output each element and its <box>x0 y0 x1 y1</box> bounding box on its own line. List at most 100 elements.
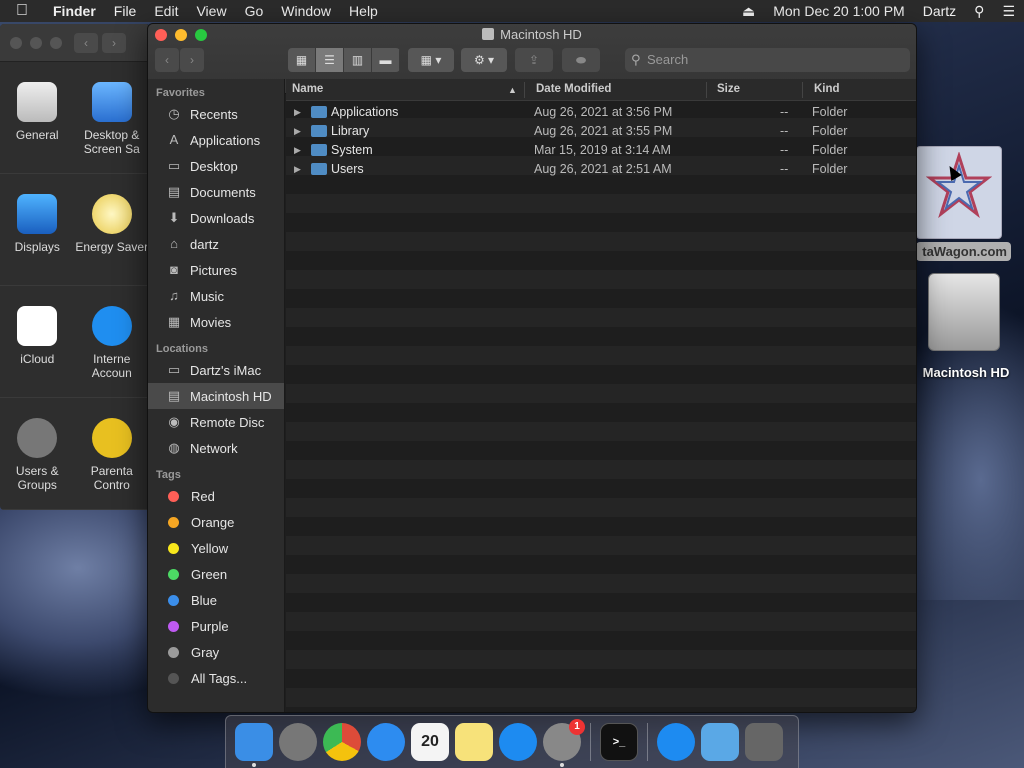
view-mode-segment: ▦ ☰ ▥ ▬ <box>288 48 400 72</box>
sidebar-item-remote-disc[interactable]: ◉ Remote Disc <box>148 409 284 435</box>
dock-chrome-icon[interactable] <box>323 723 361 761</box>
sidebar-item-imac[interactable]: ▭ Dartz's iMac <box>148 357 284 383</box>
datawagon-label[interactable]: taWagon.com <box>916 242 1011 261</box>
dock-app-store-icon[interactable] <box>499 723 537 761</box>
column-divider[interactable] <box>802 82 803 98</box>
back-button[interactable]: ‹ <box>155 48 179 72</box>
pref-internet-accounts[interactable]: Interne Accoun <box>75 286 150 397</box>
sidebar-tag-purple[interactable]: Purple <box>148 613 284 639</box>
pref-desktop-screensaver[interactable]: Desktop & Screen Sa <box>75 62 150 173</box>
pref-displays[interactable]: Displays <box>0 174 75 285</box>
sidebar-item-recents[interactable]: ◷ Recents <box>148 101 284 127</box>
sidebar-tag-red[interactable]: Red <box>148 483 284 509</box>
list-view-button[interactable]: ☰ <box>316 48 344 72</box>
dock-system-preferences-icon[interactable]: 1 <box>543 719 585 767</box>
sidebar-item-movies[interactable]: ▦ Movies <box>148 309 284 335</box>
sidebar-tag-blue[interactable]: Blue <box>148 587 284 613</box>
sidebar-item-macintosh-hd[interactable]: ▤ Macintosh HD <box>148 383 284 409</box>
share-button[interactable]: ⇪ <box>515 48 553 72</box>
pref-label: Users & Groups <box>15 464 59 492</box>
sidebar-tag-yellow[interactable]: Yellow <box>148 535 284 561</box>
notification-center-icon[interactable]: ☰ <box>993 3 1024 20</box>
pref-parental-controls[interactable]: Parenta Contro <box>75 398 150 509</box>
forward-button[interactable]: › <box>102 32 126 53</box>
sidebar-item-music[interactable]: ♫ Music <box>148 283 284 309</box>
menu-go[interactable]: Go <box>236 3 273 19</box>
tag-button[interactable]: ⬬ <box>562 48 600 72</box>
menu-app-name[interactable]: Finder <box>44 3 105 19</box>
pref-general[interactable]: General <box>0 62 75 173</box>
dock-launchpad-icon[interactable] <box>279 723 317 761</box>
disclosure-triangle-icon[interactable]: ▶ <box>294 164 301 175</box>
column-kind[interactable]: Kind <box>814 83 840 95</box>
clock-datetime[interactable]: Mon Dec 20 1:00 PM <box>764 3 914 19</box>
sidebar-item-downloads[interactable]: ⬇ Downloads <box>148 205 284 231</box>
menu-edit[interactable]: Edit <box>145 3 187 19</box>
sidebar-tag-gray[interactable]: Gray <box>148 639 284 665</box>
sidebar-tag-green[interactable]: Green <box>148 561 284 587</box>
table-row[interactable]: ▶ System Mar 15, 2019 at 3:14 AM -- Fold… <box>286 141 916 160</box>
sidebar-tag-all[interactable]: All Tags... <box>148 665 284 691</box>
column-divider[interactable] <box>706 82 707 98</box>
network-globe-icon: ◍ <box>168 440 180 455</box>
table-row[interactable]: ▶ Users Aug 26, 2021 at 2:51 AM -- Folde… <box>286 160 916 179</box>
pref-icloud[interactable]: iCloud <box>0 286 75 397</box>
group-by-button[interactable]: ▦ ▾ <box>408 48 454 72</box>
sidebar-item-pictures[interactable]: ◙ Pictures <box>148 257 284 283</box>
column-name[interactable]: Name <box>292 83 323 95</box>
sidebar-item-desktop[interactable]: ▭ Desktop <box>148 153 284 179</box>
table-row[interactable]: ▶ Applications Aug 26, 2021 at 3:56 PM -… <box>286 103 916 122</box>
icon-view-button[interactable]: ▦ <box>288 48 316 72</box>
dock-app-store-folder-icon[interactable] <box>657 723 695 761</box>
dock-downloads-folder-icon[interactable] <box>701 723 739 761</box>
imac-icon: ▭ <box>167 362 181 377</box>
menu-view[interactable]: View <box>187 3 235 19</box>
dock-safari-icon[interactable] <box>367 723 405 761</box>
sidebar-item-documents[interactable]: ▤ Documents <box>148 179 284 205</box>
disclosure-triangle-icon[interactable]: ▶ <box>294 126 301 137</box>
sidebar-item-label: Music <box>190 288 224 304</box>
table-row[interactable]: ▶ Library Aug 26, 2021 at 3:55 PM -- Fol… <box>286 122 916 141</box>
pref-users-groups[interactable]: Users & Groups <box>0 398 75 509</box>
close-button[interactable] <box>10 36 22 49</box>
file-date: Mar 15, 2019 at 3:14 AM <box>534 143 671 157</box>
menu-window[interactable]: Window <box>272 3 340 19</box>
dock-trash-icon[interactable] <box>745 723 783 761</box>
gallery-view-button[interactable]: ▬ <box>372 48 400 72</box>
column-size[interactable]: Size <box>717 83 740 95</box>
back-button[interactable]: ‹ <box>74 32 98 53</box>
user-name[interactable]: Dartz <box>914 3 965 19</box>
search-field[interactable]: ⚲ Search <box>625 48 910 72</box>
disclosure-triangle-icon[interactable]: ▶ <box>294 107 301 118</box>
sidebar-item-label: Gray <box>191 644 220 660</box>
column-view-button[interactable]: ▥ <box>344 48 372 72</box>
eject-icon[interactable]: ⏏ <box>733 3 764 20</box>
dock-terminal-icon[interactable]: >_ <box>600 723 638 761</box>
menu-file[interactable]: File <box>105 3 146 19</box>
dock-finder-icon[interactable] <box>235 723 273 767</box>
sidebar-item-home[interactable]: ⌂ dartz <box>148 231 284 257</box>
syspref-row: iCloud Interne Accoun <box>0 286 149 398</box>
menu-bar:  Finder File Edit View Go Window Help ⏏… <box>0 0 1024 22</box>
disclosure-triangle-icon[interactable]: ▶ <box>294 145 301 156</box>
menu-help[interactable]: Help <box>340 3 387 19</box>
spotlight-icon[interactable]: ⚲ <box>965 3 993 20</box>
forward-button[interactable]: › <box>180 48 204 72</box>
sidebar-item-network[interactable]: ◍ Network <box>148 435 284 461</box>
sidebar-item-applications[interactable]: A Applications <box>148 127 284 153</box>
column-date[interactable]: Date Modified <box>536 83 611 95</box>
sidebar-tag-orange[interactable]: Orange <box>148 509 284 535</box>
dock-calendar-icon[interactable]: 20 <box>411 723 449 761</box>
file-kind: Folder <box>812 105 848 119</box>
action-gear-button[interactable]: ⚙ ▾ <box>461 48 507 72</box>
file-name: Library <box>331 124 370 138</box>
file-date: Aug 26, 2021 at 3:56 PM <box>534 105 673 119</box>
minimize-button[interactable] <box>30 36 42 49</box>
pref-energy-saver[interactable]: Energy Saver <box>75 174 150 285</box>
apple-logo-icon[interactable]:  <box>0 2 44 20</box>
hard-drive-label[interactable]: Macintosh HD <box>916 365 1016 380</box>
dock-notes-icon[interactable] <box>455 723 493 761</box>
hard-drive-icon[interactable] <box>928 273 1000 351</box>
column-divider[interactable] <box>524 82 525 98</box>
zoom-button[interactable] <box>50 36 62 49</box>
